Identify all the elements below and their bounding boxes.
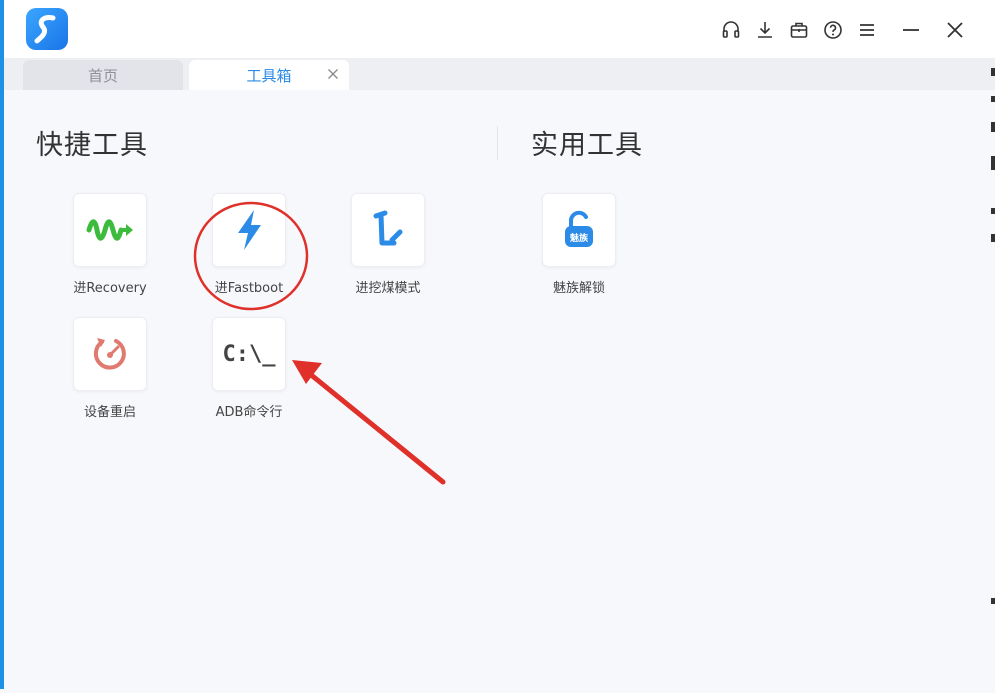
- quick-tools-title: 快捷工具: [36, 130, 148, 161]
- tool-recovery-label: 进Recovery: [73, 281, 147, 296]
- tool-fastboot[interactable]: 进Fastboot: [189, 193, 309, 296]
- tool-adb[interactable]: C:\_ ADB命令行: [189, 317, 309, 420]
- unlock-icon: 魅族: [542, 193, 616, 267]
- terminal-icon: C:\_: [212, 317, 286, 391]
- tab-home-label: 首页: [87, 66, 118, 85]
- minimize-icon[interactable]: [899, 18, 923, 42]
- tool-mining-mode-label: 进挖煤模式: [355, 281, 421, 296]
- recovery-wave-icon: [73, 193, 147, 267]
- terminal-icon-text: C:\_: [222, 341, 276, 367]
- tool-mining-mode[interactable]: 进挖煤模式: [328, 193, 448, 296]
- tool-fastboot-label: 进Fastboot: [214, 281, 284, 296]
- restart-icon: [73, 317, 147, 391]
- unlock-icon-text: 魅族: [569, 233, 588, 244]
- tool-adb-label: ADB命令行: [215, 405, 283, 420]
- tab-bar: 首页 工具箱: [4, 58, 995, 90]
- help-icon[interactable]: [821, 18, 845, 42]
- tab-close-icon[interactable]: [325, 66, 341, 82]
- tool-restart-label: 设备重启: [83, 405, 136, 420]
- tool-meizu-unlock-label: 魅族解锁: [552, 281, 605, 296]
- menu-icon[interactable]: [855, 18, 879, 42]
- download-icon[interactable]: [753, 18, 777, 42]
- title-bar: [4, 0, 995, 60]
- tool-recovery[interactable]: 进Recovery: [50, 193, 170, 296]
- right-edge-fragment: [990, 60, 995, 689]
- section-divider: [497, 126, 498, 160]
- tool-restart[interactable]: 设备重启: [50, 317, 170, 420]
- tab-home[interactable]: 首页: [23, 60, 183, 90]
- app-logo: [26, 8, 68, 50]
- tool-meizu-unlock[interactable]: 魅族 魅族解锁: [519, 193, 639, 296]
- tab-toolbox[interactable]: 工具箱: [189, 60, 349, 90]
- briefcase-icon[interactable]: [787, 18, 811, 42]
- pickaxe-icon: [351, 193, 425, 267]
- lightning-icon: [212, 193, 286, 267]
- close-icon[interactable]: [943, 18, 967, 42]
- utility-tools-title: 实用工具: [531, 130, 643, 161]
- headset-icon[interactable]: [719, 18, 743, 42]
- tab-toolbox-label: 工具箱: [246, 66, 292, 85]
